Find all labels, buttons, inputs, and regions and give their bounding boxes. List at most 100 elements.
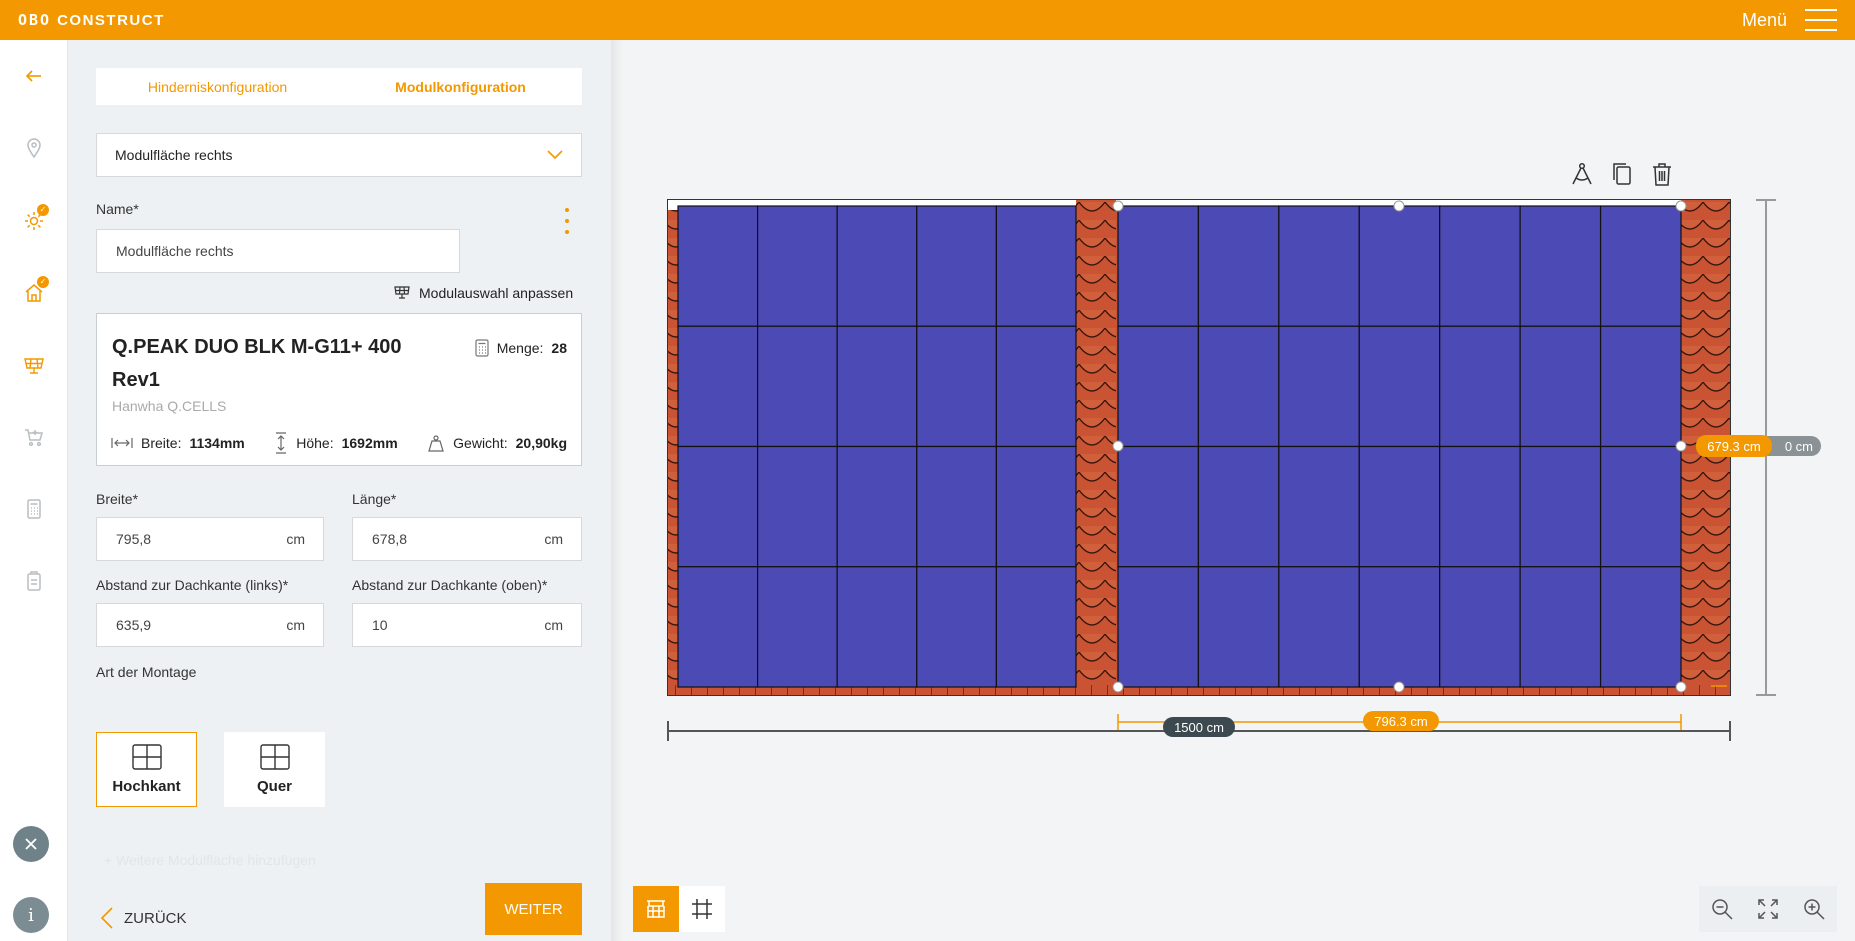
- roof-canvas[interactable]: 1500 cm 796.3 cm 0 cm 679.3 cm: [611, 40, 1855, 941]
- solar-module[interactable]: [995, 566, 1077, 688]
- solar-module[interactable]: [1117, 445, 1200, 568]
- more-options-icon[interactable]: [562, 208, 572, 234]
- info-icon[interactable]: i: [13, 897, 49, 933]
- close-icon[interactable]: [13, 826, 49, 862]
- location-pin-icon[interactable]: [0, 123, 68, 173]
- solar-module[interactable]: [1519, 205, 1602, 327]
- name-input[interactable]: Modulfläche rechts: [96, 229, 460, 273]
- solar-module[interactable]: [916, 445, 997, 568]
- back-arrow-icon[interactable]: [0, 51, 68, 101]
- solar-module[interactable]: [916, 205, 997, 327]
- mount-option-portrait[interactable]: Hochkant: [96, 732, 197, 807]
- roof-view-icon[interactable]: [633, 886, 679, 932]
- area-toolbar: [1562, 155, 1682, 193]
- solar-module[interactable]: [995, 445, 1077, 568]
- next-button[interactable]: WEITER: [485, 883, 582, 935]
- solar-module[interactable]: [1599, 445, 1682, 568]
- weight-icon: [428, 435, 444, 452]
- solar-module[interactable]: [1197, 445, 1280, 568]
- solar-module[interactable]: [1439, 445, 1521, 568]
- solar-module[interactable]: [1278, 205, 1360, 327]
- solar-module[interactable]: [1278, 566, 1360, 688]
- offset-top-field[interactable]: 10 cm: [352, 603, 582, 647]
- solar-module[interactable]: [1197, 325, 1280, 448]
- solar-module[interactable]: [836, 205, 918, 327]
- zoom-in-icon[interactable]: [1791, 886, 1837, 932]
- resize-handle[interactable]: [1112, 681, 1124, 693]
- module-area-right[interactable]: [1117, 205, 1682, 688]
- solar-panel-icon[interactable]: [0, 340, 68, 390]
- solar-module[interactable]: [1117, 205, 1200, 327]
- solar-module[interactable]: [1358, 205, 1441, 327]
- solar-module[interactable]: [1358, 325, 1441, 448]
- solar-module[interactable]: [1519, 325, 1602, 448]
- solar-module[interactable]: [916, 566, 997, 688]
- solar-module[interactable]: [1278, 325, 1360, 448]
- solar-module[interactable]: [836, 325, 918, 448]
- module-area-select[interactable]: Modulfläche rechts: [96, 133, 582, 177]
- solar-module[interactable]: [757, 325, 838, 448]
- width-field[interactable]: 795,8 cm: [96, 517, 324, 561]
- settings-gear-icon[interactable]: ✓: [0, 196, 68, 246]
- zoom-out-icon[interactable]: [1699, 886, 1745, 932]
- solar-module[interactable]: [836, 445, 918, 568]
- ruler-compass-icon[interactable]: [1562, 155, 1602, 193]
- solar-module[interactable]: [1197, 205, 1280, 327]
- brand-logo[interactable]: OBO CONSTRUCT: [18, 11, 165, 29]
- module-area-left[interactable]: [677, 205, 1077, 688]
- solar-module[interactable]: [1599, 566, 1682, 688]
- clipboard-icon[interactable]: [0, 556, 68, 606]
- solar-module[interactable]: [757, 445, 838, 568]
- solar-module[interactable]: [677, 325, 759, 448]
- fit-screen-icon[interactable]: [1745, 886, 1791, 932]
- house-icon[interactable]: ✓: [0, 268, 68, 318]
- solar-module[interactable]: [757, 205, 838, 327]
- solar-module[interactable]: [916, 325, 997, 448]
- add-module-area-link[interactable]: + Weitere Modulfläche hinzufügen: [104, 852, 316, 868]
- solar-module[interactable]: [1117, 566, 1200, 688]
- mount-option-landscape[interactable]: Quer: [224, 732, 325, 807]
- solar-module[interactable]: [1519, 566, 1602, 688]
- solar-module[interactable]: [1599, 205, 1682, 327]
- solar-module[interactable]: [1278, 445, 1360, 568]
- resize-handle[interactable]: [1675, 200, 1687, 212]
- solar-module[interactable]: [995, 205, 1077, 327]
- tab-obstacle-config[interactable]: Hinderniskonfiguration: [96, 68, 339, 105]
- frame-view-icon[interactable]: [679, 886, 725, 932]
- main-menu-button[interactable]: Menü: [1742, 7, 1837, 33]
- solar-module[interactable]: [1197, 566, 1280, 688]
- calculator-icon[interactable]: [0, 484, 68, 534]
- solar-module[interactable]: [677, 566, 759, 688]
- resize-handle[interactable]: [1112, 200, 1124, 212]
- length-field[interactable]: 678,8 cm: [352, 517, 582, 561]
- solar-module[interactable]: [1439, 566, 1521, 688]
- resize-handle[interactable]: [1393, 200, 1405, 212]
- adjust-module-selection-link[interactable]: Modulauswahl anpassen: [393, 284, 573, 302]
- solar-module[interactable]: [677, 445, 759, 568]
- copy-icon[interactable]: [1602, 155, 1642, 193]
- resize-handle[interactable]: [1112, 440, 1124, 452]
- offset-top-label: Abstand zur Dachkante (oben)*: [352, 577, 548, 593]
- solar-module[interactable]: [1117, 325, 1200, 448]
- solar-module[interactable]: [1599, 325, 1682, 448]
- solar-module[interactable]: [1439, 325, 1521, 448]
- solar-module[interactable]: [836, 566, 918, 688]
- cart-icon[interactable]: [0, 412, 68, 462]
- solar-module[interactable]: [677, 205, 759, 327]
- trash-icon[interactable]: [1642, 155, 1682, 193]
- solar-module[interactable]: [995, 325, 1077, 448]
- mount-option-landscape-label: Quer: [256, 778, 292, 795]
- solar-module[interactable]: [1519, 445, 1602, 568]
- resize-handle[interactable]: [1393, 681, 1405, 693]
- tab-module-config[interactable]: Modulkonfiguration: [339, 68, 582, 105]
- resize-handle[interactable]: [1675, 440, 1687, 452]
- back-button[interactable]: ZURÜCK: [100, 892, 187, 941]
- resize-handle[interactable]: [1675, 681, 1687, 693]
- solar-module[interactable]: [757, 566, 838, 688]
- solar-module[interactable]: [1358, 445, 1441, 568]
- module-area-select-value: Modulfläche rechts: [115, 147, 233, 163]
- offset-left-field[interactable]: 635,9 cm: [96, 603, 324, 647]
- length-field-unit: cm: [544, 531, 563, 547]
- solar-module[interactable]: [1439, 205, 1521, 327]
- solar-module[interactable]: [1358, 566, 1441, 688]
